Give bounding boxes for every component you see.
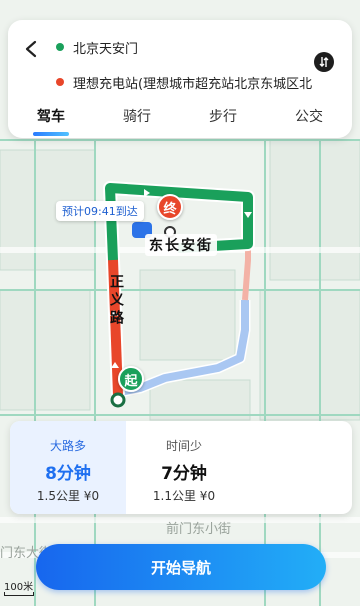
road-label-zhengyi: 正义路 xyxy=(105,270,127,338)
route-options-card: 大路多 8分钟 1.5公里 ¥0 时间少 7分钟 1.1公里 ¥0 xyxy=(10,421,352,514)
route-distance-cost: 1.5公里 ¥0 xyxy=(36,489,100,503)
start-location-field[interactable]: 北京天安门 xyxy=(56,36,314,58)
road-label-zhengyi-text: 正义路 xyxy=(108,274,124,328)
route-tag: 时间少 xyxy=(165,439,202,453)
back-button[interactable] xyxy=(18,34,44,64)
start-navigation-button[interactable]: 开始导航 xyxy=(36,544,326,590)
end-location-text: 理想充电站(理想城市超充站北京东城区北 xyxy=(73,76,313,92)
map-scale-label: 100米 xyxy=(4,582,34,593)
route-distance-cost: 1.1公里 ¥0 xyxy=(152,489,216,503)
start-pin[interactable]: 起 xyxy=(118,366,144,392)
end-location-field[interactable]: 理想充电站(理想城市超充站北京东城区北 xyxy=(56,71,314,93)
swap-button[interactable] xyxy=(314,52,334,72)
start-dot-icon xyxy=(56,43,64,51)
route-duration: 7分钟 xyxy=(161,464,207,484)
street-label-qianmen-east: 前门东小街 xyxy=(166,522,232,537)
start-location-text: 北京天安门 xyxy=(73,41,139,57)
road-label-east-changan: 东长安街 xyxy=(145,234,217,256)
tab-bike[interactable]: 骑行 xyxy=(117,106,157,132)
map-scale-bar xyxy=(4,592,34,596)
route-panel: 北京天安门 理想充电站(理想城市超充站北京东城区北 驾车 骑行 步行 公交 xyxy=(8,20,352,138)
route-option-main-roads[interactable]: 大路多 8分钟 1.5公里 ¥0 xyxy=(10,421,126,514)
route-option-fastest[interactable]: 时间少 7分钟 1.1公里 ¥0 xyxy=(126,421,242,514)
end-dot-icon xyxy=(56,78,64,86)
swap-arrows-icon xyxy=(319,57,329,67)
tab-drive[interactable]: 驾车 xyxy=(31,106,71,136)
tab-walk[interactable]: 步行 xyxy=(203,106,243,132)
travel-mode-tabs: 驾车 骑行 步行 公交 xyxy=(8,106,352,136)
chevron-left-icon xyxy=(25,40,37,58)
end-pin[interactable]: 终 xyxy=(157,194,183,220)
route-tag: 大路多 xyxy=(49,439,86,453)
tab-transit[interactable]: 公交 xyxy=(289,106,329,132)
route-duration: 8分钟 xyxy=(45,464,91,484)
eta-label: 预计09:41到达 xyxy=(56,201,144,221)
